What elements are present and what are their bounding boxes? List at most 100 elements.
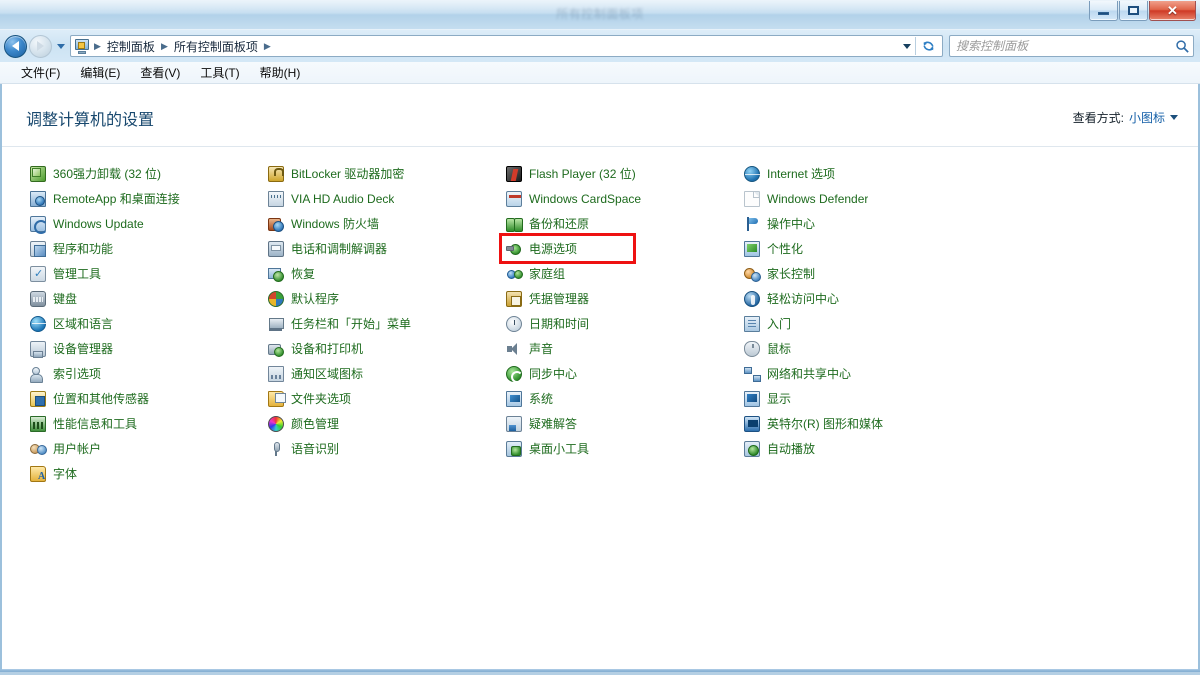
- view-by-label: 查看方式:: [1073, 109, 1124, 126]
- item-desktop-gadgets[interactable]: 桌面小工具: [502, 436, 593, 461]
- item-folder-options[interactable]: 文件夹选项: [264, 386, 355, 411]
- menu-file[interactable]: 文件(F): [12, 62, 69, 83]
- item-internet-options[interactable]: Internet 选项: [740, 161, 839, 186]
- item-windows-firewall-label: Windows 防火墙: [291, 215, 379, 232]
- item-windows-cardspace[interactable]: Windows CardSpace: [502, 186, 645, 211]
- item-sync-center-label: 同步中心: [529, 365, 577, 382]
- chevron-down-icon[interactable]: [1170, 115, 1178, 120]
- address-bar[interactable]: ▶ 控制面板 ▶ 所有控制面板项 ▶: [70, 35, 943, 57]
- syscfg-icon: [506, 391, 522, 407]
- menu-view[interactable]: 查看(V): [131, 62, 189, 83]
- item-system[interactable]: 系统: [502, 386, 557, 411]
- menu-help[interactable]: 帮助(H): [251, 62, 310, 83]
- item-troubleshooting[interactable]: 疑难解答: [502, 411, 581, 436]
- item-speech-recognition[interactable]: 语音识别: [264, 436, 343, 461]
- personalize-icon: [744, 241, 760, 257]
- item-performance-info[interactable]: 性能信息和工具: [26, 411, 141, 436]
- menu-edit[interactable]: 编辑(E): [71, 62, 129, 83]
- breadcrumb-all-items[interactable]: 所有控制面板项: [170, 36, 262, 57]
- item-power-options[interactable]: 电源选项: [502, 236, 581, 261]
- notifyarea-icon: [268, 366, 284, 382]
- item-user-accounts[interactable]: 用户帐户: [26, 436, 105, 461]
- item-windows-defender[interactable]: Windows Defender: [740, 186, 872, 211]
- item-homegroup[interactable]: 家庭组: [502, 261, 569, 286]
- item-fonts[interactable]: 字体: [26, 461, 81, 486]
- maximize-button[interactable]: [1119, 1, 1148, 21]
- item-bitlocker[interactable]: BitLocker 驱动器加密: [264, 161, 408, 186]
- paper-icon: [744, 191, 760, 207]
- item-backup-restore[interactable]: 备份和还原: [502, 211, 593, 236]
- item-remoteapp[interactable]: RemoteApp 和桌面连接: [26, 186, 184, 211]
- item-flash-player[interactable]: Flash Player (32 位): [502, 161, 640, 186]
- item-360-uninstall-label: 360强力卸载 (32 位): [53, 165, 161, 182]
- item-getting-started[interactable]: 入门: [740, 311, 795, 336]
- item-windows-defender-label: Windows Defender: [767, 192, 868, 206]
- search-box[interactable]: [949, 35, 1194, 57]
- credential-icon: [506, 291, 522, 307]
- recent-locations-button[interactable]: [54, 35, 68, 57]
- item-taskbar-start-menu[interactable]: 任务栏和「开始」菜单: [264, 311, 415, 336]
- item-sound[interactable]: 声音: [502, 336, 557, 361]
- item-date-time[interactable]: 日期和时间: [502, 311, 593, 336]
- item-action-center[interactable]: 操作中心: [740, 211, 819, 236]
- item-mouse[interactable]: 鼠标: [740, 336, 795, 361]
- address-dropdown-button[interactable]: [899, 36, 915, 56]
- perfinfo-icon: [30, 416, 46, 432]
- item-default-programs-label: 默认程序: [291, 290, 339, 307]
- item-region-language[interactable]: 区域和语言: [26, 311, 117, 336]
- item-notification-area-icons[interactable]: 通知区域图标: [264, 361, 367, 386]
- item-phone-modem[interactable]: 电话和调制解调器: [264, 236, 391, 261]
- item-default-programs[interactable]: 默认程序: [264, 286, 343, 311]
- item-ease-of-access-center[interactable]: 轻松访问中心: [740, 286, 843, 311]
- refresh-button[interactable]: [916, 35, 940, 57]
- back-button[interactable]: [4, 35, 27, 58]
- item-sync-center[interactable]: 同步中心: [502, 361, 581, 386]
- minimize-button[interactable]: [1089, 1, 1118, 21]
- item-windows-update[interactable]: Windows Update: [26, 211, 148, 236]
- view-by-value[interactable]: 小图标: [1129, 109, 1165, 126]
- item-personalization[interactable]: 个性化: [740, 236, 807, 261]
- control-panel-icon: [74, 38, 90, 54]
- phone-icon: [268, 241, 284, 257]
- devmgr-icon: [30, 341, 46, 357]
- item-devices-printers[interactable]: 设备和打印机: [264, 336, 367, 361]
- item-360-uninstall[interactable]: 360强力卸载 (32 位): [26, 161, 165, 186]
- item-windows-firewall[interactable]: Windows 防火墙: [264, 211, 383, 236]
- item-device-manager[interactable]: 设备管理器: [26, 336, 117, 361]
- item-folder-options-label: 文件夹选项: [291, 390, 351, 407]
- item-programs-features[interactable]: 程序和功能: [26, 236, 117, 261]
- item-parental-controls[interactable]: 家长控制: [740, 261, 819, 286]
- item-windows-cardspace-label: Windows CardSpace: [529, 192, 641, 206]
- item-troubleshooting-label: 疑难解答: [529, 415, 577, 432]
- window-bottom-edge: [0, 669, 1200, 672]
- item-keyboard[interactable]: 键盘: [26, 286, 81, 311]
- close-button[interactable]: ✕: [1149, 1, 1196, 21]
- defaultprog-icon: [268, 291, 284, 307]
- item-indexing-options[interactable]: 索引选项: [26, 361, 105, 386]
- item-recovery[interactable]: 恢复: [264, 261, 319, 286]
- item-color-management[interactable]: 颜色管理: [264, 411, 343, 436]
- backup-icon: [506, 216, 522, 232]
- item-speech-recognition-label: 语音识别: [291, 440, 339, 457]
- control-panel-window: 所有控制面板项 ✕ ▶ 控制面板: [0, 0, 1200, 672]
- item-intel-graphics-media[interactable]: 英特尔(R) 图形和媒体: [740, 411, 887, 436]
- forward-button[interactable]: [29, 35, 52, 58]
- item-display-label: 显示: [767, 390, 791, 407]
- item-backup-restore-label: 备份和还原: [529, 215, 589, 232]
- menu-tools[interactable]: 工具(T): [191, 62, 248, 83]
- item-location-sensors[interactable]: 位置和其他传感器: [26, 386, 153, 411]
- page-title: 调整计算机的设置: [26, 106, 154, 130]
- item-network-sharing-center[interactable]: 网络和共享中心: [740, 361, 855, 386]
- item-recovery-label: 恢复: [291, 265, 315, 282]
- item-ease-of-access-center-label: 轻松访问中心: [767, 290, 839, 307]
- item-administrative-tools[interactable]: 管理工具: [26, 261, 105, 286]
- search-input[interactable]: [956, 39, 1175, 53]
- item-mouse-label: 鼠标: [767, 340, 791, 357]
- item-display[interactable]: 显示: [740, 386, 795, 411]
- search-icon[interactable]: [1175, 39, 1190, 54]
- item-via-hd-audio-deck[interactable]: VIA HD Audio Deck: [264, 186, 398, 211]
- breadcrumb-control-panel[interactable]: 控制面板: [103, 36, 159, 57]
- item-credential-manager[interactable]: 凭据管理器: [502, 286, 593, 311]
- item-autoplay[interactable]: 自动播放: [740, 436, 819, 461]
- useracct-icon: [30, 441, 46, 457]
